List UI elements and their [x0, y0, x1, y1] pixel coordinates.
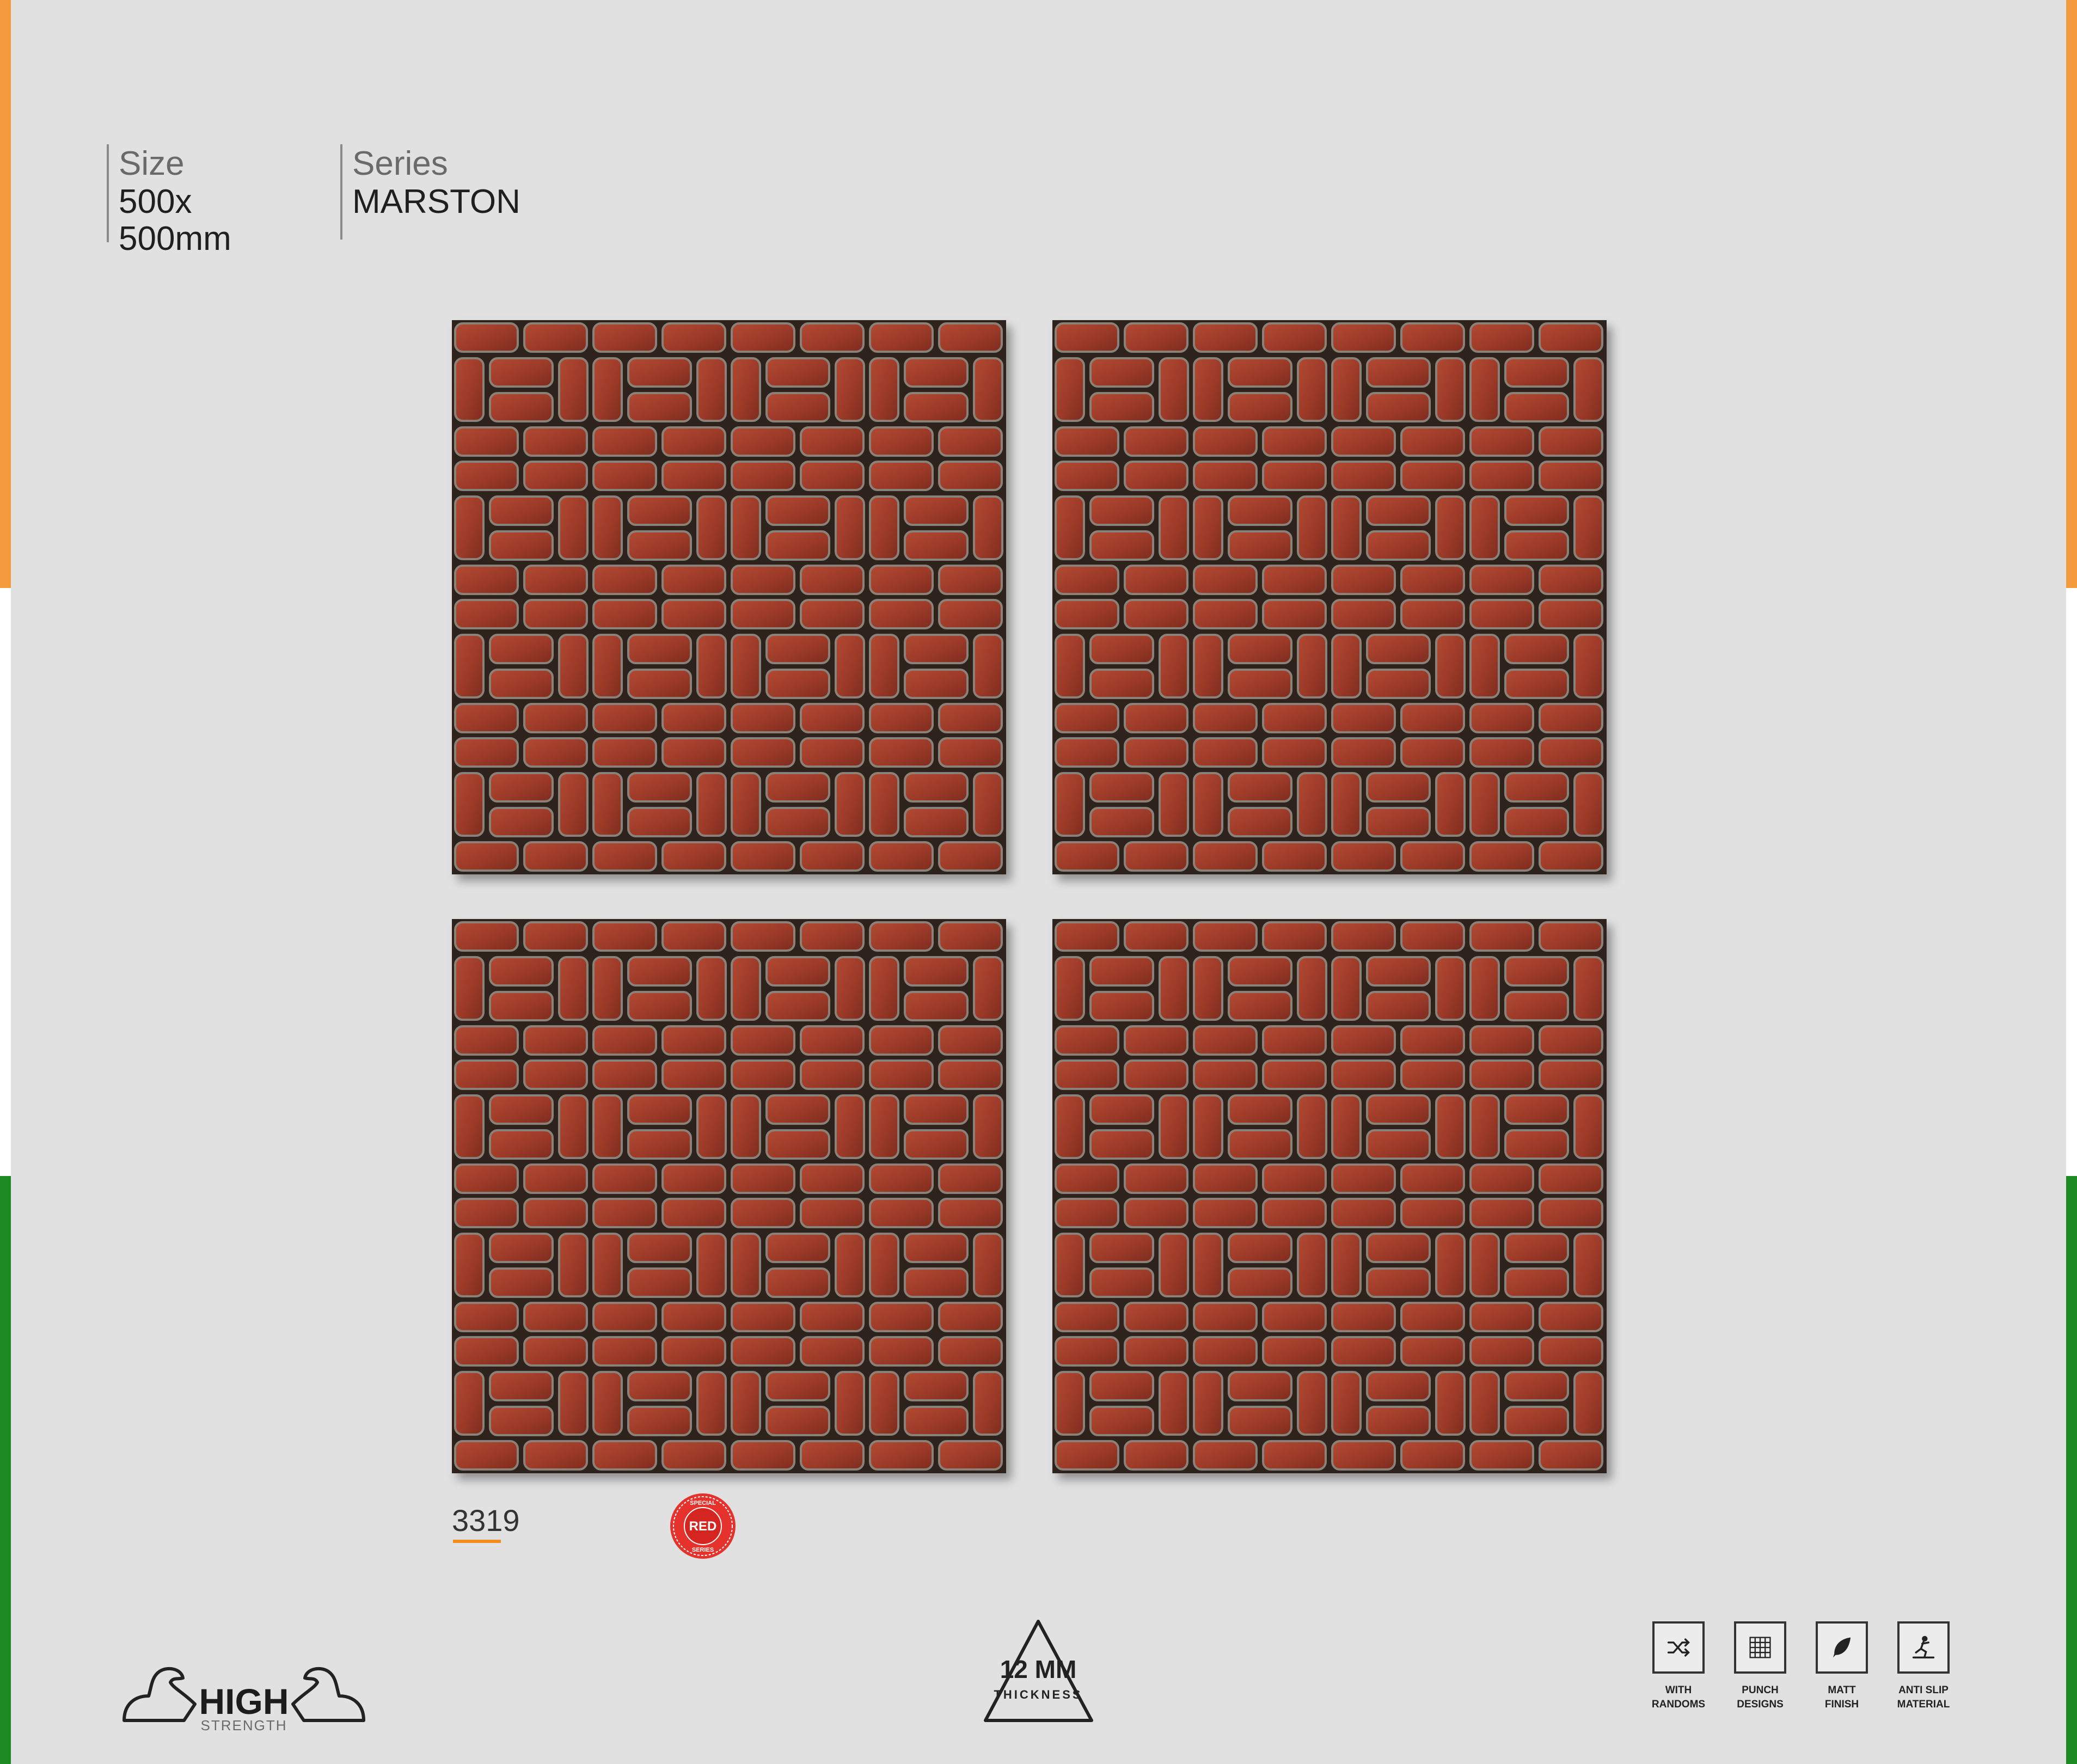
size-value: 500x 500mm [119, 183, 231, 258]
feature-label: MATT FINISH [1824, 1685, 1859, 1710]
high-strength-logo: HIGH STRENGTH [119, 1644, 369, 1737]
series-spec: Series MARSTON [340, 144, 520, 240]
size-spec: Size 500x 500mm [107, 144, 231, 258]
product-code-underline [453, 1540, 501, 1543]
series-label: Series [352, 145, 448, 182]
grid-icon [1734, 1621, 1786, 1674]
size-label: Size [119, 145, 185, 182]
flag-stripe-orange-right [2066, 0, 2077, 588]
thickness-logo: 12 MM THICKNESS [980, 1617, 1097, 1726]
flag-stripe-orange-left [0, 0, 11, 588]
flag-stripe-green-left [0, 1176, 11, 1764]
feather-icon [1816, 1621, 1868, 1674]
feature-label: PUNCH DESIGNS [1737, 1685, 1784, 1710]
left-flexed-arm-icon [122, 1667, 197, 1722]
feature-label: ANTI SLIP MATERIAL [1897, 1685, 1950, 1710]
flag-stripe-white-right [2066, 588, 2077, 1176]
thickness-value: 12 MM [1000, 1655, 1077, 1683]
strength-line1: HIGH [199, 1681, 289, 1722]
anti-slip-icon [1897, 1621, 1950, 1674]
feature-label: WITH RANDOMS [1651, 1685, 1706, 1710]
brick-tile-bottom-right [1052, 919, 1607, 1473]
series-value: MARSTON [352, 183, 520, 220]
special-red-series-badge: SPECIAL RED SERIES [669, 1492, 737, 1560]
product-code: 3319 [452, 1503, 520, 1538]
flag-stripe-green-right [2066, 1176, 2077, 1764]
badge-bottom-text: SERIES [692, 1547, 714, 1553]
feature-anti-slip: ANTI SLIP MATERIAL [1883, 1621, 1964, 1712]
brick-tile-top-left [452, 320, 1006, 874]
strength-line2: STRENGTH [201, 1717, 287, 1734]
thickness-label: THICKNESS [994, 1688, 1082, 1701]
feature-punch-designs: PUNCH DESIGNS [1719, 1621, 1801, 1712]
shuffle-icon [1652, 1621, 1705, 1674]
brick-tile-bottom-left [452, 919, 1006, 1473]
right-flexed-arm-icon [291, 1667, 365, 1722]
feature-matt-finish: MATT FINISH [1801, 1621, 1883, 1712]
badge-main-text: RED [689, 1519, 717, 1534]
brick-tile-top-right [1052, 320, 1607, 874]
badge-top-text: SPECIAL [690, 1500, 716, 1506]
flag-stripe-white-left [0, 588, 11, 1176]
feature-with-randoms: WITH RANDOMS [1638, 1621, 1719, 1712]
